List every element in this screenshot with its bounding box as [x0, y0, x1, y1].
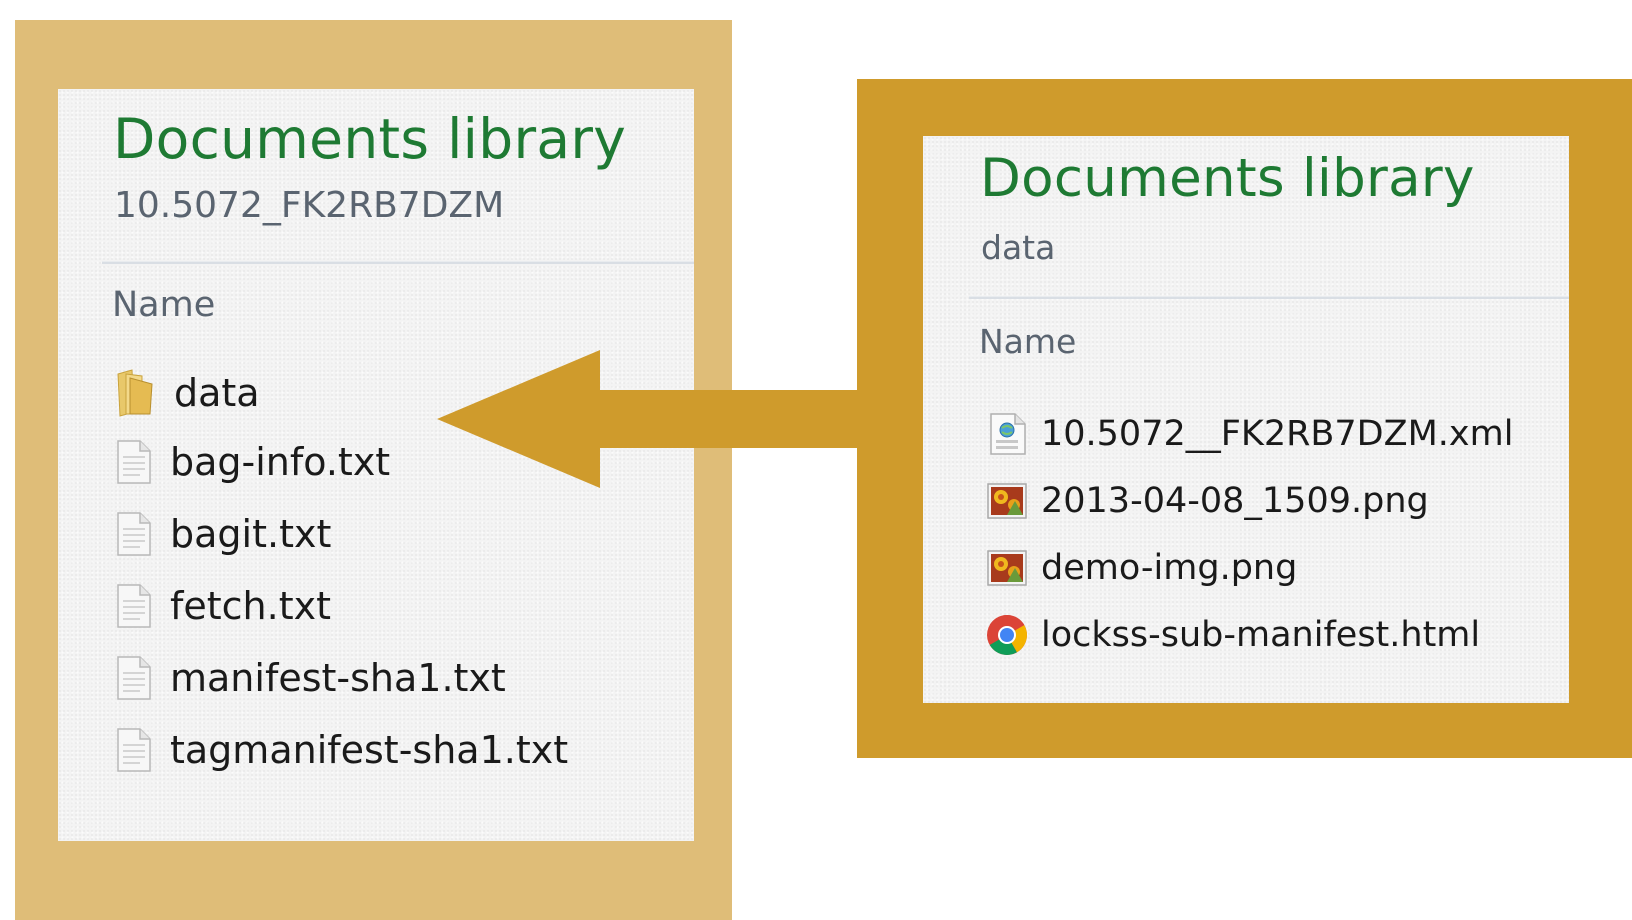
library-folder-name: data	[981, 228, 1056, 267]
folder-icon	[112, 368, 156, 418]
library-title: Documents library	[980, 148, 1475, 209]
file-row-manifest-sha1[interactable]: manifest-sha1.txt	[116, 650, 506, 706]
file-row-demo-img[interactable]: demo-img.png	[985, 540, 1297, 596]
chrome-html-icon	[985, 613, 1029, 657]
file-name: tagmanifest-sha1.txt	[170, 728, 569, 772]
file-name: bag-info.txt	[170, 440, 391, 484]
file-row-tagmanifest-sha1[interactable]: tagmanifest-sha1.txt	[116, 722, 568, 778]
right-explorer-pane: Documents library data Name 10.5072__FK2…	[923, 136, 1569, 703]
file-row-html[interactable]: lockss-sub-manifest.html	[985, 607, 1480, 663]
image-file-icon	[985, 479, 1029, 523]
file-row-xml[interactable]: 10.5072__FK2RB7DZM.xml	[985, 406, 1513, 462]
file-name: 2013-04-08_1509.png	[1041, 481, 1429, 521]
file-name: bagit.txt	[170, 512, 332, 556]
file-name: 10.5072__FK2RB7DZM.xml	[1041, 414, 1514, 454]
name-column-header[interactable]: Name	[979, 322, 1076, 361]
image-file-icon	[985, 546, 1029, 590]
file-row-fetch[interactable]: fetch.txt	[116, 578, 331, 634]
text-file-icon	[116, 439, 152, 485]
text-file-icon	[116, 727, 152, 773]
file-name: lockss-sub-manifest.html	[1041, 615, 1481, 655]
file-name: manifest-sha1.txt	[170, 656, 506, 700]
name-column-header[interactable]: Name	[112, 285, 215, 325]
file-row-bag-info[interactable]: bag-info.txt	[116, 434, 390, 490]
xml-file-icon	[985, 412, 1029, 456]
left-arrow	[437, 350, 860, 488]
text-file-icon	[116, 655, 152, 701]
file-name: data	[174, 371, 260, 415]
file-row-bagit[interactable]: bagit.txt	[116, 506, 331, 562]
file-row-png-2013[interactable]: 2013-04-08_1509.png	[985, 473, 1429, 529]
text-file-icon	[116, 511, 152, 557]
library-folder-name: 10.5072_FK2RB7DZM	[114, 185, 505, 226]
header-divider	[969, 296, 1569, 299]
library-title: Documents library	[113, 107, 627, 171]
header-divider	[102, 261, 694, 264]
file-name: fetch.txt	[170, 584, 331, 628]
file-name: demo-img.png	[1041, 548, 1298, 588]
text-file-icon	[116, 583, 152, 629]
file-row-data-folder[interactable]: data	[112, 365, 260, 421]
